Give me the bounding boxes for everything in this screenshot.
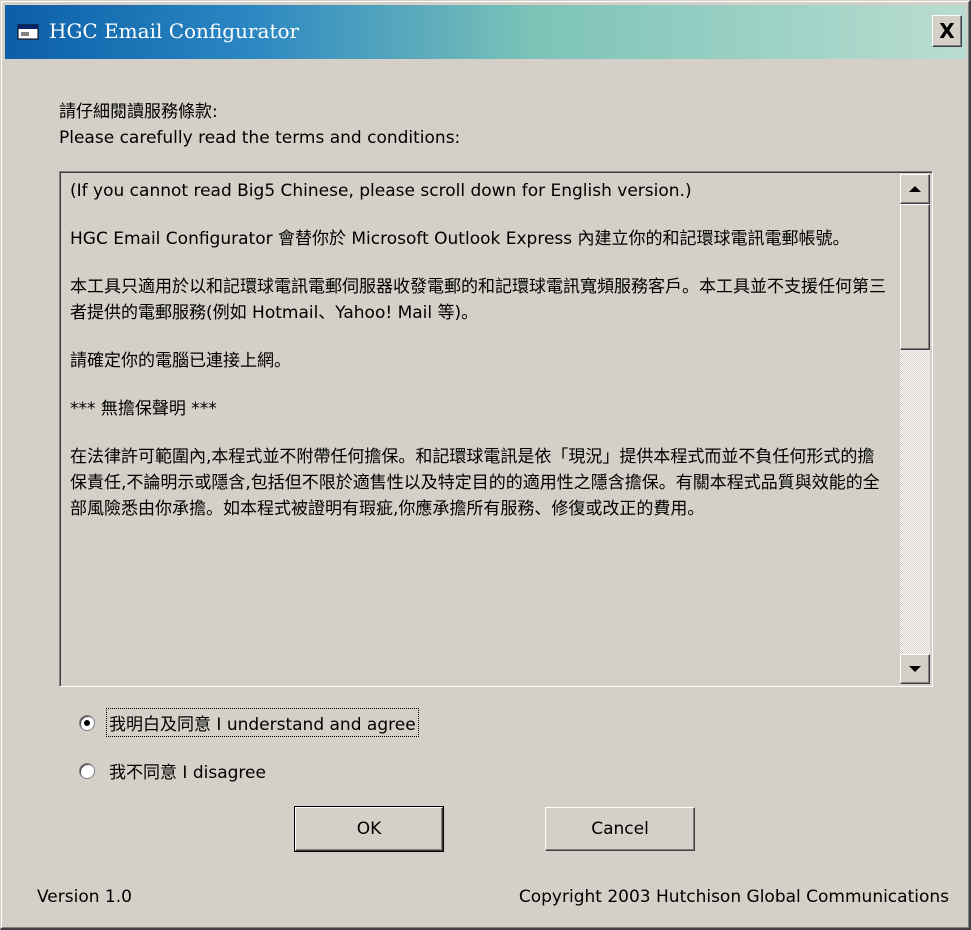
terms-paragraph: 本工具只適用於以和記環球電訊電郵伺服器收發電郵的和記環球電訊寬頻服務客戶。本工具… <box>70 277 886 323</box>
terms-paragraph: 請確定你的電腦已連接上網。 <box>70 351 291 371</box>
intro-line-chinese: 請仔細閱讀服務條款: <box>59 102 218 122</box>
scroll-up-button[interactable] <box>900 174 930 204</box>
terms-content: (If you cannot read Big5 Chinese, please… <box>70 178 890 544</box>
terms-textbox[interactable]: (If you cannot read Big5 Chinese, please… <box>59 171 933 687</box>
disagree-radio[interactable] <box>79 762 95 779</box>
mail-window-icon <box>17 24 39 40</box>
agree-option[interactable]: 我明白及同意 I understand and agree <box>79 708 419 737</box>
window-title: HGC Email Configurator <box>49 19 300 43</box>
terms-paragraph: *** 無擔保聲明 *** <box>70 399 217 419</box>
title-bar[interactable]: HGC Email Configurator X <box>5 5 966 59</box>
arrow-down-icon <box>909 666 921 672</box>
terms-paragraph: 在法律許可範圍內,本程式並不附帶任何擔保。和記環球電訊是依「現況」提供本程式而並… <box>70 447 880 519</box>
intro-text: 請仔細閱讀服務條款: Please carefully read the ter… <box>59 99 460 151</box>
copyright-label: Copyright 2003 Hutchison Global Communic… <box>518 887 949 907</box>
disagree-label[interactable]: 我不同意 I disagree <box>107 757 268 784</box>
arrow-up-icon <box>909 186 921 192</box>
terms-scrollbar[interactable] <box>900 174 930 684</box>
close-button[interactable]: X <box>932 15 962 47</box>
intro-line-english: Please carefully read the terms and cond… <box>59 128 461 148</box>
terms-paragraph: HGC Email Configurator 會替你於 Microsoft Ou… <box>70 229 850 249</box>
agree-radio[interactable] <box>79 714 95 731</box>
cancel-button[interactable]: Cancel <box>545 807 695 851</box>
ok-button[interactable]: OK <box>294 806 444 852</box>
terms-paragraph: (If you cannot read Big5 Chinese, please… <box>70 181 692 201</box>
close-icon: X <box>939 19 955 43</box>
email-configurator-window: HGC Email Configurator X 請仔細閱讀服務條款: Plea… <box>0 0 971 930</box>
scroll-thumb[interactable] <box>900 204 930 350</box>
disagree-option[interactable]: 我不同意 I disagree <box>79 757 268 784</box>
agree-label[interactable]: 我明白及同意 I understand and agree <box>106 708 419 737</box>
scroll-down-button[interactable] <box>900 654 930 684</box>
version-label: Version 1.0 <box>37 887 132 907</box>
